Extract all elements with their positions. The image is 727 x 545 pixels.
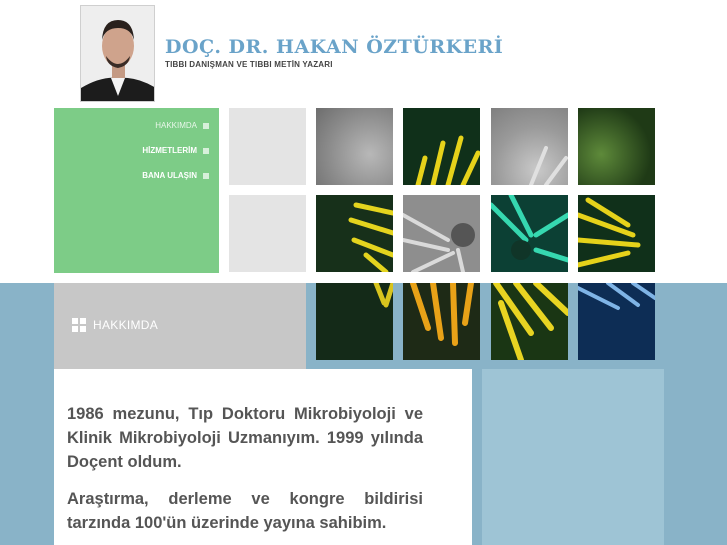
site-title: DOÇ. DR. HAKAN ÖZTÜRKERİ bbox=[165, 36, 504, 58]
nav-panel: HAKKIMDA HİZMETLERİM BANA ULAŞIN bbox=[54, 108, 219, 273]
section-title: HAKKIMDA bbox=[93, 318, 159, 332]
mosaic-tile bbox=[316, 108, 393, 185]
grid-icon bbox=[72, 318, 86, 332]
square-bullet-icon bbox=[203, 172, 209, 179]
mosaic-tile bbox=[578, 195, 655, 272]
nav-item-hizmetlerim[interactable]: HİZMETLERİM bbox=[142, 146, 209, 155]
mosaic-tile bbox=[403, 108, 480, 185]
section-header-bar bbox=[54, 283, 306, 369]
nav-item-hakkimda[interactable]: HAKKIMDA bbox=[155, 121, 209, 130]
mosaic-tile bbox=[578, 108, 655, 185]
nav-item-label: HAKKIMDA bbox=[155, 121, 197, 130]
mosaic-tile bbox=[491, 108, 568, 185]
mosaic-tile bbox=[229, 195, 306, 272]
square-bullet-icon bbox=[203, 122, 209, 129]
mosaic-tile bbox=[491, 283, 568, 360]
nav-item-label: BANA ULAŞIN bbox=[142, 171, 197, 180]
content-paragraph: 1986 mezunu, Tıp Doktoru Mikrobiyoloji v… bbox=[67, 405, 423, 471]
mosaic-tile bbox=[316, 195, 393, 272]
mosaic-tile bbox=[491, 195, 568, 272]
site-subtitle: TIBBI DANIŞMAN VE TIBBI METİN YAZARI bbox=[165, 60, 333, 69]
nav-item-label: HİZMETLERİM bbox=[142, 146, 197, 155]
mosaic-tile bbox=[229, 108, 306, 185]
mosaic-tile bbox=[316, 283, 393, 360]
mosaic-tile bbox=[403, 283, 480, 360]
nav-item-bana-ulasin[interactable]: BANA ULAŞIN bbox=[142, 171, 209, 180]
content-paragraph: Araştırma, derleme ve kongre bildirisi t… bbox=[67, 490, 423, 532]
portrait-photo bbox=[80, 5, 155, 102]
square-bullet-icon bbox=[203, 147, 209, 154]
mosaic-tile bbox=[578, 283, 655, 360]
side-panel bbox=[482, 369, 664, 545]
mosaic-tile bbox=[403, 195, 480, 272]
